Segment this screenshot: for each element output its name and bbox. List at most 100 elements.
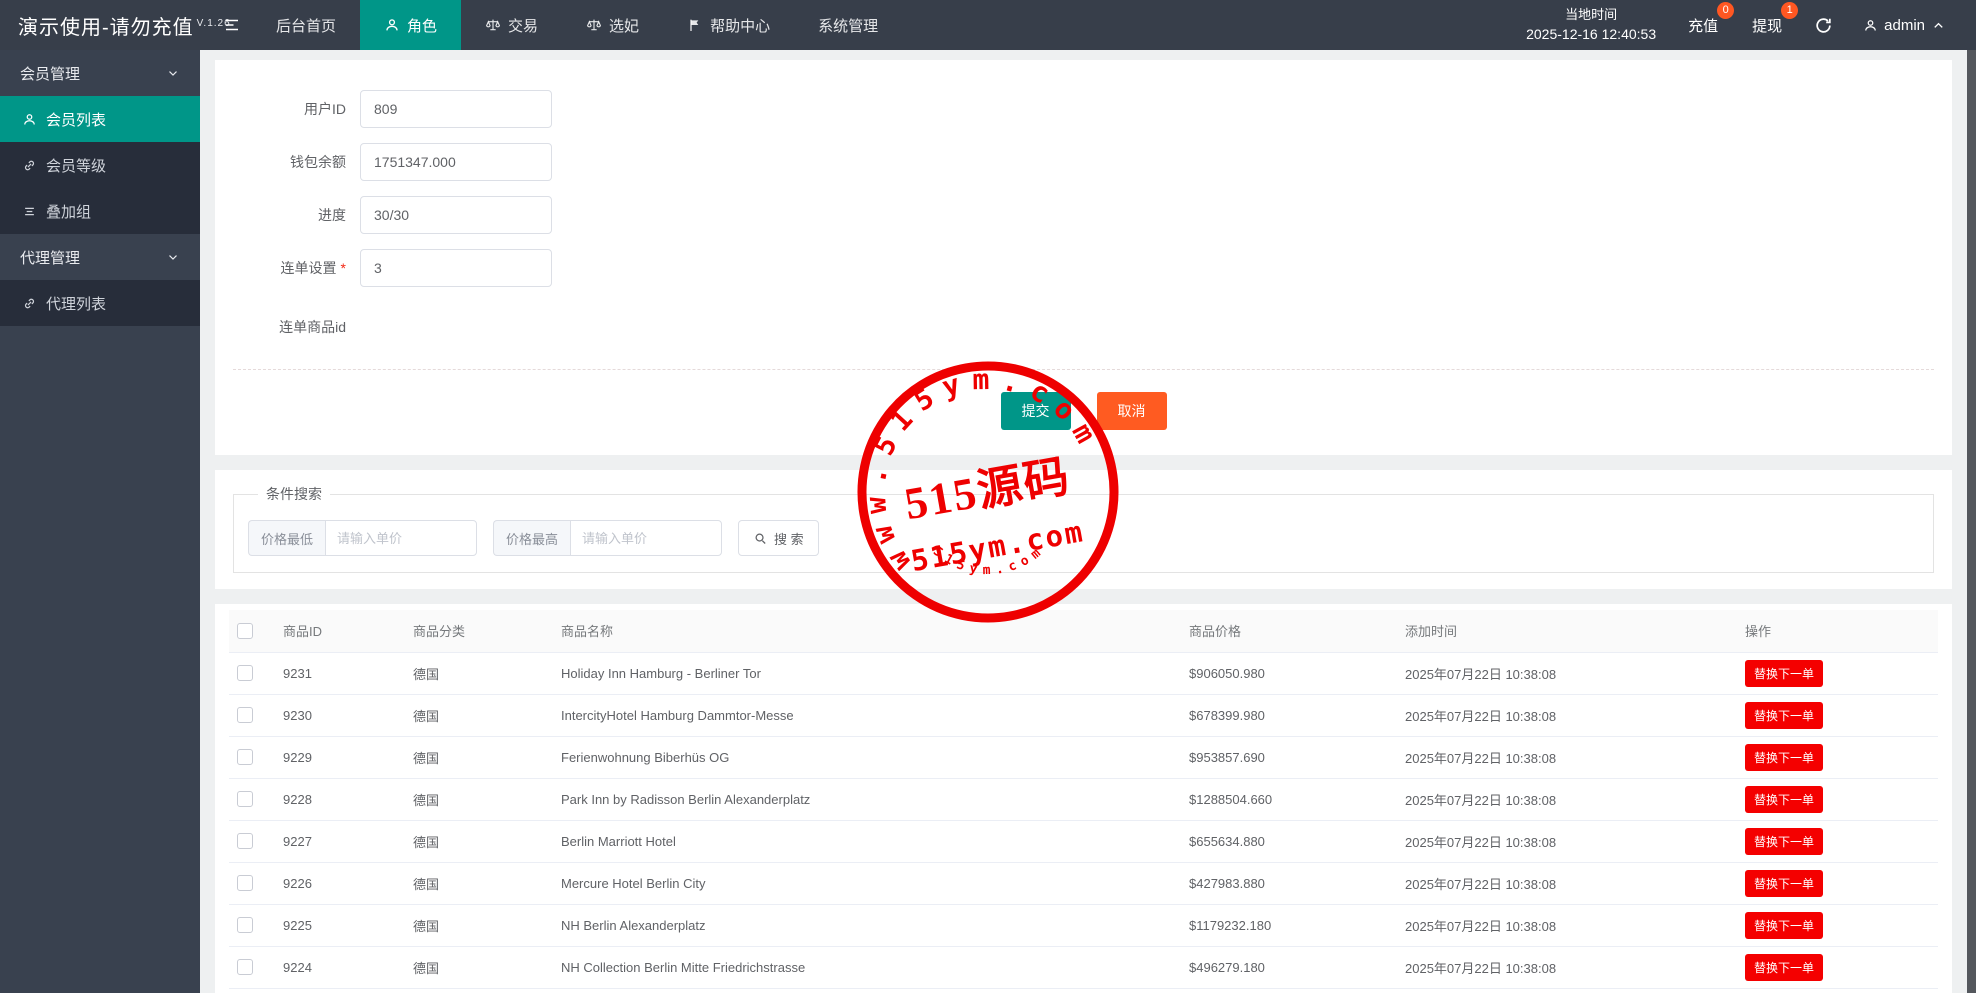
cell-price: $177567.780: [1181, 988, 1397, 993]
row-checkbox[interactable]: [237, 833, 253, 849]
scales-icon: [586, 17, 602, 33]
recharge-link[interactable]: 充值 0: [1686, 11, 1720, 40]
cell-product-name: IntercityHotel Hamburg Dammtor-Messe: [553, 694, 1181, 736]
column-header: 商品ID: [275, 610, 405, 652]
cell-added-time: 2025年07月22日 10:38:08: [1397, 946, 1737, 988]
field-input[interactable]: [360, 249, 552, 287]
cell-product-id: 9230: [275, 694, 405, 736]
local-time-value: 2025-12-16 12:40:53: [1526, 24, 1656, 45]
replace-next-order-button[interactable]: 替换下一单: [1745, 660, 1823, 687]
cell-price: $496279.180: [1181, 946, 1397, 988]
top-menu: 后台首页 角色 交易 选妃 帮助中心系统管理: [252, 0, 902, 50]
cell-category: 德国: [405, 820, 553, 862]
cell-category: 德国: [405, 946, 553, 988]
field-label: 钱包余额: [215, 152, 360, 172]
cell-product-id: 9231: [275, 652, 405, 694]
row-checkbox[interactable]: [237, 875, 253, 891]
search-panel: 条件搜索 价格最低 价格最高 搜 索: [215, 470, 1952, 589]
replace-next-order-button[interactable]: 替换下一单: [1745, 828, 1823, 855]
cell-price: $678399.980: [1181, 694, 1397, 736]
cell-added-time: 2025年07月22日 10:38:08: [1397, 652, 1737, 694]
chevron-down-icon: [166, 250, 180, 264]
chevron-up-icon: [1931, 18, 1946, 33]
person-icon: [22, 112, 37, 127]
replace-next-order-button[interactable]: 替换下一单: [1745, 786, 1823, 813]
column-header: 商品名称: [553, 610, 1181, 652]
column-header: 操作: [1737, 610, 1938, 652]
field-input[interactable]: [360, 143, 552, 181]
member-edit-form: 用户ID钱包余额进度连单设置*连单商品id 提交 取消: [215, 60, 1952, 455]
withdraw-link[interactable]: 提现 1: [1750, 11, 1784, 40]
cell-price: $953857.690: [1181, 736, 1397, 778]
menu-item[interactable]: 系统管理: [794, 0, 902, 50]
sidebar-item[interactable]: 代理列表: [0, 280, 200, 326]
cell-category: 德国: [405, 694, 553, 736]
select-all-checkbox[interactable]: [237, 623, 253, 639]
price-min-group: 价格最低: [248, 520, 477, 556]
table-row: 9226德国Mercure Hotel Berlin City$427983.8…: [229, 862, 1938, 904]
replace-next-order-button[interactable]: 替换下一单: [1745, 702, 1823, 729]
product-table-panel: 商品ID商品分类商品名称商品价格添加时间操作 9231德国Holiday Inn…: [215, 604, 1952, 993]
menu-item[interactable]: 交易: [461, 0, 562, 50]
sidebar-item[interactable]: 会员等级: [0, 142, 200, 188]
replace-next-order-button[interactable]: 替换下一单: [1745, 954, 1823, 981]
sidebar-group-title[interactable]: 会员管理: [0, 50, 200, 96]
form-row: 进度: [215, 196, 1952, 234]
cell-product-name: NH Collection Berlin Mitte Friedrichstra…: [553, 946, 1181, 988]
field-label: 连单设置*: [215, 258, 360, 278]
replace-next-order-button[interactable]: 替换下一单: [1745, 912, 1823, 939]
menu-item[interactable]: 帮助中心: [663, 0, 794, 50]
cell-product-name: Hotel Hans Heinitz: [553, 988, 1181, 993]
page-scrollbar[interactable]: [1967, 50, 1976, 993]
table-row: 9222德国Hotel Hans Heinitz$177567.7802025年…: [229, 988, 1938, 993]
cell-price: $655634.880: [1181, 820, 1397, 862]
price-min-label: 价格最低: [248, 520, 325, 556]
row-checkbox[interactable]: [237, 665, 253, 681]
required-star: *: [341, 260, 346, 276]
field-input[interactable]: [360, 196, 552, 234]
cancel-button[interactable]: 取消: [1097, 392, 1167, 430]
menu-item-label: 选妃: [609, 15, 639, 36]
recharge-badge: 0: [1717, 2, 1734, 19]
menu-item-label: 角色: [407, 15, 437, 36]
scales-icon: [485, 17, 501, 33]
cell-product-name: Berlin Marriott Hotel: [553, 820, 1181, 862]
search-button[interactable]: 搜 索: [738, 520, 819, 556]
person-icon: [1863, 18, 1878, 33]
column-header: 添加时间: [1397, 610, 1737, 652]
topbar: 演示使用-请勿充值V.1.26 后台首页角色交易选妃帮助中心系统管理 当地时间 …: [0, 0, 1976, 50]
person-icon: [384, 17, 400, 33]
replace-next-order-button[interactable]: 替换下一单: [1745, 744, 1823, 771]
row-checkbox[interactable]: [237, 917, 253, 933]
cell-category: 德国: [405, 988, 553, 993]
cell-category: 德国: [405, 778, 553, 820]
cell-added-time: 2025年07月22日 10:38:08: [1397, 904, 1737, 946]
sidebar-group-title[interactable]: 代理管理: [0, 234, 200, 280]
replace-next-order-button[interactable]: 替换下一单: [1745, 870, 1823, 897]
menu-item[interactable]: 角色: [360, 0, 461, 50]
sidebar-item[interactable]: 会员列表: [0, 96, 200, 142]
save-button[interactable]: 提交: [1001, 392, 1071, 430]
refresh-icon[interactable]: [1814, 16, 1833, 35]
menu-item[interactable]: 选妃: [562, 0, 663, 50]
cell-product-name: Holiday Inn Hamburg - Berliner Tor: [553, 652, 1181, 694]
cell-added-time: 2025年07月22日 10:38:08: [1397, 988, 1737, 993]
collapse-menu-icon[interactable]: [212, 0, 252, 50]
row-checkbox[interactable]: [237, 707, 253, 723]
sidebar-item[interactable]: 叠加组: [0, 188, 200, 234]
cell-product-id: 9222: [275, 988, 405, 993]
row-checkbox[interactable]: [237, 791, 253, 807]
field-input[interactable]: [360, 90, 552, 128]
price-max-input[interactable]: [570, 520, 722, 556]
menu-item-label: 后台首页: [276, 15, 336, 36]
user-menu[interactable]: admin: [1863, 17, 1946, 34]
menu-item[interactable]: 后台首页: [252, 0, 360, 50]
cell-product-id: 9228: [275, 778, 405, 820]
sidebar-item-label: 会员等级: [46, 155, 106, 176]
product-table: 商品ID商品分类商品名称商品价格添加时间操作 9231德国Holiday Inn…: [229, 610, 1938, 993]
row-checkbox[interactable]: [237, 959, 253, 975]
price-min-input[interactable]: [325, 520, 477, 556]
cell-price: $906050.980: [1181, 652, 1397, 694]
row-checkbox[interactable]: [237, 749, 253, 765]
price-max-label: 价格最高: [493, 520, 570, 556]
